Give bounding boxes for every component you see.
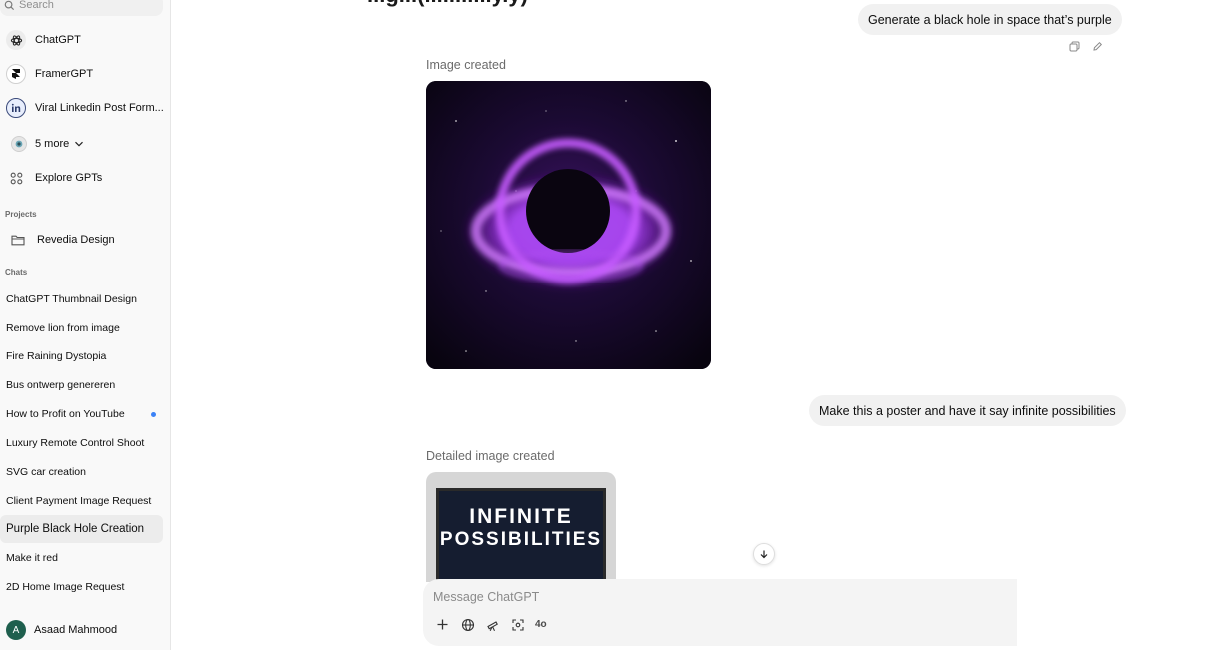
- scroll-down-button[interactable]: [753, 543, 775, 565]
- conversation-area: ...g...(...........y.y) Generate a black…: [171, 0, 1230, 650]
- linkedin-icon: [6, 98, 26, 118]
- message-actions: [1069, 41, 1103, 52]
- image-created-label: Image created: [426, 58, 506, 72]
- plus-icon[interactable]: [435, 617, 450, 632]
- chats-heading: Chats: [5, 268, 28, 277]
- telescope-icon[interactable]: [485, 617, 500, 632]
- image-tool-icon[interactable]: [510, 617, 525, 632]
- detailed-image-created-label: Detailed image created: [426, 449, 555, 463]
- sidebar-explore-label: Explore GPTs: [35, 172, 103, 184]
- poster-frame: INFINITE POSSIBILITIES: [436, 488, 606, 582]
- sidebar-chat-label: How to Profit on YouTube: [6, 408, 125, 420]
- search-placeholder: Search: [19, 0, 54, 11]
- sidebar: Search ChatGPT FramerGPT Viral Linkedin …: [0, 0, 171, 650]
- chevron-down-icon: [75, 141, 84, 147]
- user-name: Asaad Mahmood: [34, 624, 118, 636]
- poster-title-line-2: POSSIBILITIES: [439, 529, 603, 550]
- sidebar-gpt-chatgpt[interactable]: ChatGPT: [0, 25, 165, 55]
- message-input[interactable]: [433, 588, 993, 606]
- sidebar-gpt-label: FramerGPT: [35, 68, 94, 80]
- gpt-icon: [11, 136, 27, 152]
- folder-icon: [8, 230, 28, 250]
- generated-poster-image[interactable]: INFINITE POSSIBILITIES: [426, 472, 616, 582]
- copy-icon[interactable]: [1069, 41, 1080, 52]
- sidebar-chat-item-unread[interactable]: How to Profit on YouTube: [0, 400, 163, 428]
- avatar: A: [6, 620, 26, 640]
- sidebar-chat-item[interactable]: Bus ontwerp genereren: [0, 371, 163, 399]
- user-message-bubble: Make this a poster and have it say infin…: [809, 395, 1126, 426]
- sidebar-chat-item-active[interactable]: Purple Black Hole Creation: [0, 515, 163, 543]
- sidebar-gpt-viral-linkedin[interactable]: Viral Linkedin Post Form...: [0, 93, 165, 123]
- sidebar-chat-item[interactable]: Make it red: [0, 544, 163, 572]
- sidebar-gpt-label: ChatGPT: [35, 34, 81, 46]
- openai-icon: [6, 30, 26, 50]
- sidebar-gpt-framergpt[interactable]: FramerGPT: [0, 59, 165, 89]
- model-selector[interactable]: 4o: [535, 619, 547, 630]
- sidebar-chat-item[interactable]: Fire Raining Dystopia: [0, 342, 163, 370]
- projects-heading: Projects: [5, 210, 37, 219]
- framer-icon: [6, 64, 26, 84]
- sidebar-explore-gpts[interactable]: Explore GPTs: [0, 163, 165, 193]
- grid-icon: [6, 168, 26, 188]
- sidebar-project-label: Revedia Design: [37, 234, 115, 246]
- user-message-bubble: Generate a black hole in space that’s pu…: [858, 4, 1122, 35]
- sidebar-chat-item[interactable]: ChatGPT Thumbnail Design: [0, 285, 163, 313]
- chat-title-cutoff: ...g...(...........y.y): [367, 0, 528, 8]
- sidebar-project-revedia[interactable]: Revedia Design: [0, 225, 165, 255]
- sidebar-more-gpts[interactable]: 5 more: [0, 129, 165, 159]
- sidebar-chat-item[interactable]: Remove lion from image: [0, 314, 163, 342]
- search-icon: [4, 0, 15, 10]
- edit-icon[interactable]: [1092, 41, 1103, 52]
- sidebar-gpt-label: Viral Linkedin Post Form...: [35, 102, 164, 114]
- generated-black-hole-image[interactable]: [426, 81, 711, 369]
- sidebar-chat-item[interactable]: Luxury Remote Control Shoot: [0, 429, 163, 457]
- user-profile[interactable]: A Asaad Mahmood: [6, 620, 117, 640]
- message-composer: 4o: [423, 579, 1017, 646]
- sidebar-chat-item[interactable]: SVG car creation: [0, 458, 163, 486]
- globe-icon[interactable]: [460, 617, 475, 632]
- sidebar-more-label: 5 more: [35, 138, 70, 150]
- arrow-down-icon: [760, 550, 768, 559]
- sidebar-chat-item[interactable]: Client Payment Image Request: [0, 487, 163, 515]
- composer-tools: 4o: [435, 617, 547, 632]
- poster-title-line-1: INFINITE: [469, 505, 573, 528]
- sidebar-chat-item[interactable]: 2D Home Image Request: [0, 573, 163, 601]
- search-box[interactable]: Search: [0, 0, 163, 16]
- unread-dot: [151, 412, 156, 417]
